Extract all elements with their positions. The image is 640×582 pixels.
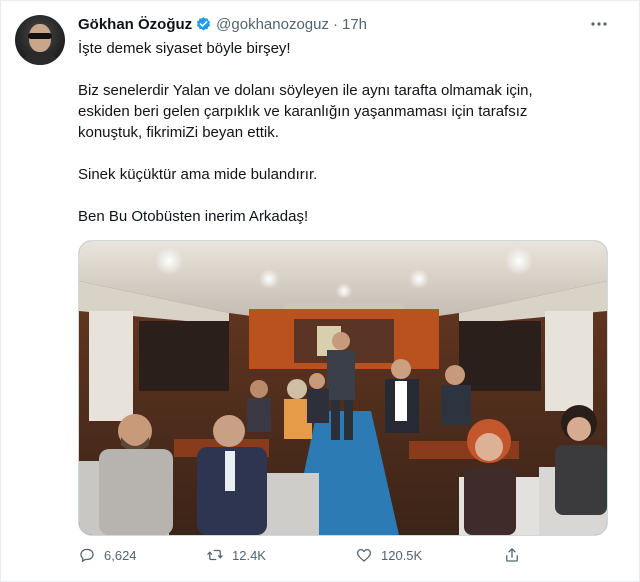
tweet-line: Biz senelerdir Yalan ve dolanı söyleyen … [78,82,533,99]
tweet-line: İşte demek siyaset böyle birşey! [78,40,291,57]
tweet-line: eskiden beri gelen çarpıklık ve karanlığ… [78,103,528,120]
retweet-icon [207,549,223,561]
share-button[interactable] [503,546,529,564]
reply-count: 6,624 [104,547,137,563]
tweet-photo[interactable] [78,240,608,536]
tweet-line: Ben Bu Otobüsten inerim Arkadaş! [78,208,309,225]
verified-badge-icon [195,16,212,33]
tweet-actions: 6,624 12.4K 120.5K [78,546,538,572]
avatar[interactable] [15,15,65,65]
avatar-glasses [28,33,52,39]
avatar-shoulders [19,51,61,65]
author-handle[interactable]: @gokhanozoguz [216,16,329,33]
retweet-count: 12.4K [232,547,266,563]
reply-icon [80,548,94,563]
tweet-timestamp[interactable]: 17h [342,16,367,33]
tweet-text: İşte demek siyaset böyle birşey! Biz sen… [78,38,608,227]
like-icon [356,548,372,562]
retweet-button[interactable]: 12.4K [206,546,266,564]
separator-dot: · [332,15,338,33]
more-icon[interactable] [588,14,610,34]
reply-button[interactable]: 6,624 [78,546,137,564]
like-count: 120.5K [381,547,423,563]
bus-interior-photo [79,241,607,535]
like-button[interactable]: 120.5K [355,546,422,564]
tweet-line: Sinek küçüktür ama mide bulandırır. [78,166,318,183]
tweet-header: Gökhan Özoğuz @gokhanozoguz · 17h [78,14,367,34]
share-icon [506,548,518,562]
author-name[interactable]: Gökhan Özoğuz [78,16,192,33]
tweet-line: konuştuk, fikrimiZi beyan ettik. [78,124,279,141]
